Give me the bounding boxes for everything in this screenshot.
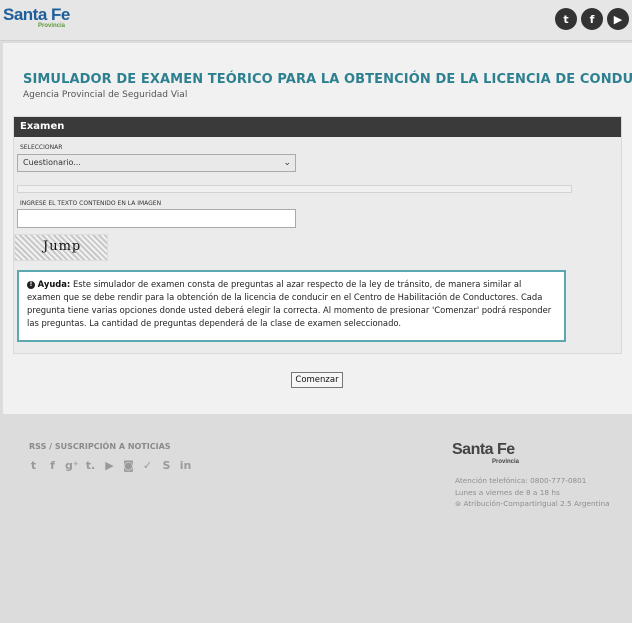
footer-license-row[interactable]: ⊜ Atribución-CompartirIgual 2.5 Argentin… — [455, 498, 610, 510]
captcha-label: INGRESE EL TEXTO CONTENIDO EN LA IMAGEN — [20, 200, 162, 207]
facebook-icon[interactable]: f — [581, 8, 603, 30]
flickr-icon[interactable]: S — [160, 459, 173, 472]
questionnaire-select[interactable]: Cuestionario... ⌄ — [17, 154, 296, 172]
footer-social-icons: t f g⁺ t. ▶ ◙ ✓ S in — [27, 459, 192, 472]
linkedin-icon[interactable]: in — [179, 459, 192, 472]
youtube-icon[interactable]: ▶ — [103, 459, 116, 472]
main-content: SIMULADOR DE EXAMEN TEÓRICO PARA LA OBTE… — [3, 43, 632, 414]
help-label: Ayuda: — [37, 279, 71, 289]
footer-logo-sub: Provincia — [492, 459, 520, 465]
top-bar: Santa Fe Provincia t f ▶ — [0, 0, 632, 41]
santa-fe-logo[interactable]: Santa Fe Provincia — [3, 5, 70, 29]
page-title: SIMULADOR DE EXAMEN TEÓRICO PARA LA OBTE… — [23, 72, 632, 87]
rss-link[interactable]: RSS / SUSCRIPCIÓN A NOTICIAS — [29, 442, 171, 451]
facebook-icon[interactable]: f — [46, 459, 59, 472]
page-subtitle: Agencia Provincial de Seguridad Vial — [23, 90, 188, 100]
exam-card: Examen SELECCIONAR Cuestionario... ⌄ ING… — [13, 116, 622, 354]
chevron-down-icon: ⌄ — [283, 158, 291, 168]
twitter-icon[interactable]: t — [27, 459, 40, 472]
captcha-image: Jump — [14, 234, 108, 261]
youtube-icon[interactable]: ▶ — [607, 8, 629, 30]
logo-main-text: Santa Fe — [3, 5, 70, 24]
progress-bar — [17, 185, 572, 193]
social-links: t f ▶ — [555, 8, 629, 30]
captcha-input[interactable] — [17, 209, 296, 228]
delicious-icon[interactable]: ✓ — [141, 459, 154, 472]
footer-license: Atribución-CompartirIgual 2.5 Argentina — [463, 499, 610, 508]
tumblr-icon[interactable]: t. — [84, 459, 97, 472]
footer: RSS / SUSCRIPCIÓN A NOTICIAS t f g⁺ t. ▶… — [0, 427, 632, 623]
twitter-icon[interactable]: t — [555, 8, 577, 30]
select-label: SELECCIONAR — [20, 144, 63, 151]
googleplus-icon[interactable]: g⁺ — [65, 459, 79, 472]
select-value: Cuestionario... — [23, 158, 81, 167]
help-box: ! Ayuda: Este simulador de examen consta… — [17, 270, 566, 342]
info-icon: ! — [27, 281, 35, 289]
footer-info: Atención telefónica: 0800-777-0801 Lunes… — [455, 475, 610, 510]
footer-phone: Atención telefónica: 0800-777-0801 — [455, 476, 587, 485]
instagram-icon[interactable]: ◙ — [122, 459, 135, 472]
start-button[interactable]: Comenzar — [291, 372, 343, 388]
footer-logo-main: Santa Fe — [452, 441, 515, 458]
exam-card-header: Examen — [14, 117, 621, 137]
help-text: Este simulador de examen consta de pregu… — [27, 279, 552, 328]
captcha-text: Jump — [43, 239, 82, 254]
footer-logo: Santa Fe Provincia — [452, 441, 519, 466]
footer-hours: Lunes a viernes de 8 a 18 hs — [455, 487, 560, 497]
logo-sub-text: Provincia — [38, 23, 66, 29]
